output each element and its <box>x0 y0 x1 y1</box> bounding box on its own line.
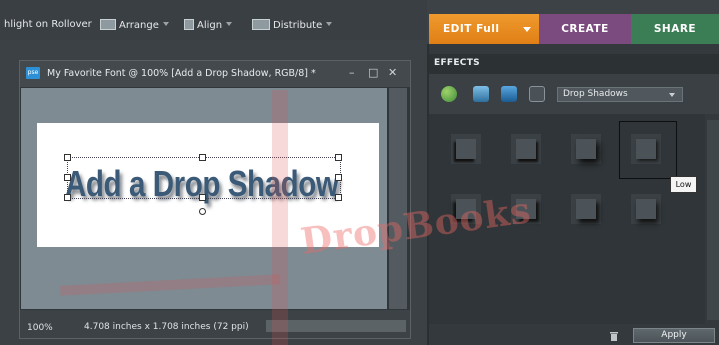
vertical-scrollbar[interactable] <box>389 88 407 309</box>
effect-thumbnail[interactable] <box>451 134 481 164</box>
align-label: Align <box>197 20 223 31</box>
tab-create[interactable]: CREATE <box>539 14 631 44</box>
effect-preview <box>576 199 596 219</box>
status-bar: 100% 4.708 inches x 1.708 inches (72 ppi… <box>20 310 410 338</box>
align-menu[interactable]: Align <box>184 19 233 31</box>
zoom-level[interactable]: 100% <box>27 323 53 333</box>
category-dropdown[interactable]: Drop Shadows <box>557 87 683 102</box>
watermark-stroke <box>272 90 288 345</box>
options-toolbar: hlight on Rollover Arrange Align Distrib… <box>0 0 427 41</box>
mode-tabs: EDIT Full CREATE SHARE <box>429 14 719 44</box>
rotate-handle[interactable] <box>199 208 206 215</box>
highlight-on-rollover-label[interactable]: hlight on Rollover <box>4 19 92 30</box>
effect-preview <box>636 199 656 219</box>
tab-share[interactable]: SHARE <box>631 14 719 44</box>
maximize-button[interactable]: □ <box>368 66 378 79</box>
transform-handle-bottom[interactable] <box>199 194 206 201</box>
chevron-down-icon <box>162 22 169 26</box>
selection-bounding-box[interactable] <box>67 157 341 199</box>
apply-button[interactable]: Apply <box>633 328 715 343</box>
filters-icon[interactable] <box>501 86 517 102</box>
image-size-info: 4.708 inches x 1.708 inches (72 ppi) <box>84 322 249 332</box>
category-dropdown-value: Drop Shadows <box>563 89 628 99</box>
transform-handle-bottom-right[interactable] <box>335 194 342 201</box>
effect-preview <box>456 139 476 159</box>
arrange-icon <box>100 19 116 30</box>
fx-icon[interactable] <box>529 86 545 102</box>
minimize-button[interactable]: – <box>349 66 355 79</box>
photo-effects-icon[interactable] <box>473 86 489 102</box>
chevron-down-icon <box>669 93 675 97</box>
chevron-down-icon[interactable] <box>523 27 531 32</box>
effect-thumbnail[interactable] <box>511 134 541 164</box>
effects-panel: EFFECTS Drop Shadows Low Apply <box>427 44 719 345</box>
transform-handle-bottom-left[interactable] <box>64 194 71 201</box>
effects-filter-row: Drop Shadows <box>429 74 719 114</box>
panel-header: EFFECTS <box>429 54 719 74</box>
document-title-bar[interactable]: pse My Favorite Font @ 100% [Add a Drop … <box>20 61 410 87</box>
document-title: My Favorite Font @ 100% [Add a Drop Shad… <box>47 68 316 79</box>
effect-tooltip: Low <box>670 176 697 193</box>
align-icon <box>184 19 194 30</box>
transform-handle-right[interactable] <box>335 174 342 181</box>
tab-edit[interactable]: EDIT Full <box>429 14 539 44</box>
effect-preview <box>516 139 536 159</box>
effect-preview <box>576 139 596 159</box>
pse-file-icon: pse <box>26 67 40 79</box>
distribute-menu[interactable]: Distribute <box>252 19 333 31</box>
effect-thumbnail[interactable] <box>571 134 601 164</box>
close-button[interactable]: ✕ <box>388 66 397 79</box>
trash-icon[interactable] <box>609 330 619 341</box>
chevron-down-icon <box>326 22 333 26</box>
effects-tab[interactable]: EFFECTS <box>434 58 480 68</box>
apply-row: Apply <box>429 326 719 345</box>
arrange-label: Arrange <box>119 20 159 31</box>
transform-handle-top[interactable] <box>199 154 206 161</box>
transform-handle-left[interactable] <box>64 174 71 181</box>
effect-thumbnail[interactable] <box>631 194 661 224</box>
chevron-down-icon <box>226 22 233 26</box>
panel-scrollbar[interactable] <box>707 120 719 320</box>
layer-styles-icon[interactable] <box>441 86 457 102</box>
distribute-icon <box>252 19 270 30</box>
workspace: pse My Favorite Font @ 100% [Add a Drop … <box>0 40 427 345</box>
document-window: pse My Favorite Font @ 100% [Add a Drop … <box>19 60 411 339</box>
selected-effect-outline <box>619 121 677 179</box>
arrange-menu[interactable]: Arrange <box>100 19 169 31</box>
transform-handle-top-left[interactable] <box>64 154 71 161</box>
tab-edit-label: EDIT Full <box>443 23 500 35</box>
effect-thumbnail[interactable] <box>571 194 601 224</box>
distribute-label: Distribute <box>273 20 323 31</box>
transform-handle-top-right[interactable] <box>335 154 342 161</box>
